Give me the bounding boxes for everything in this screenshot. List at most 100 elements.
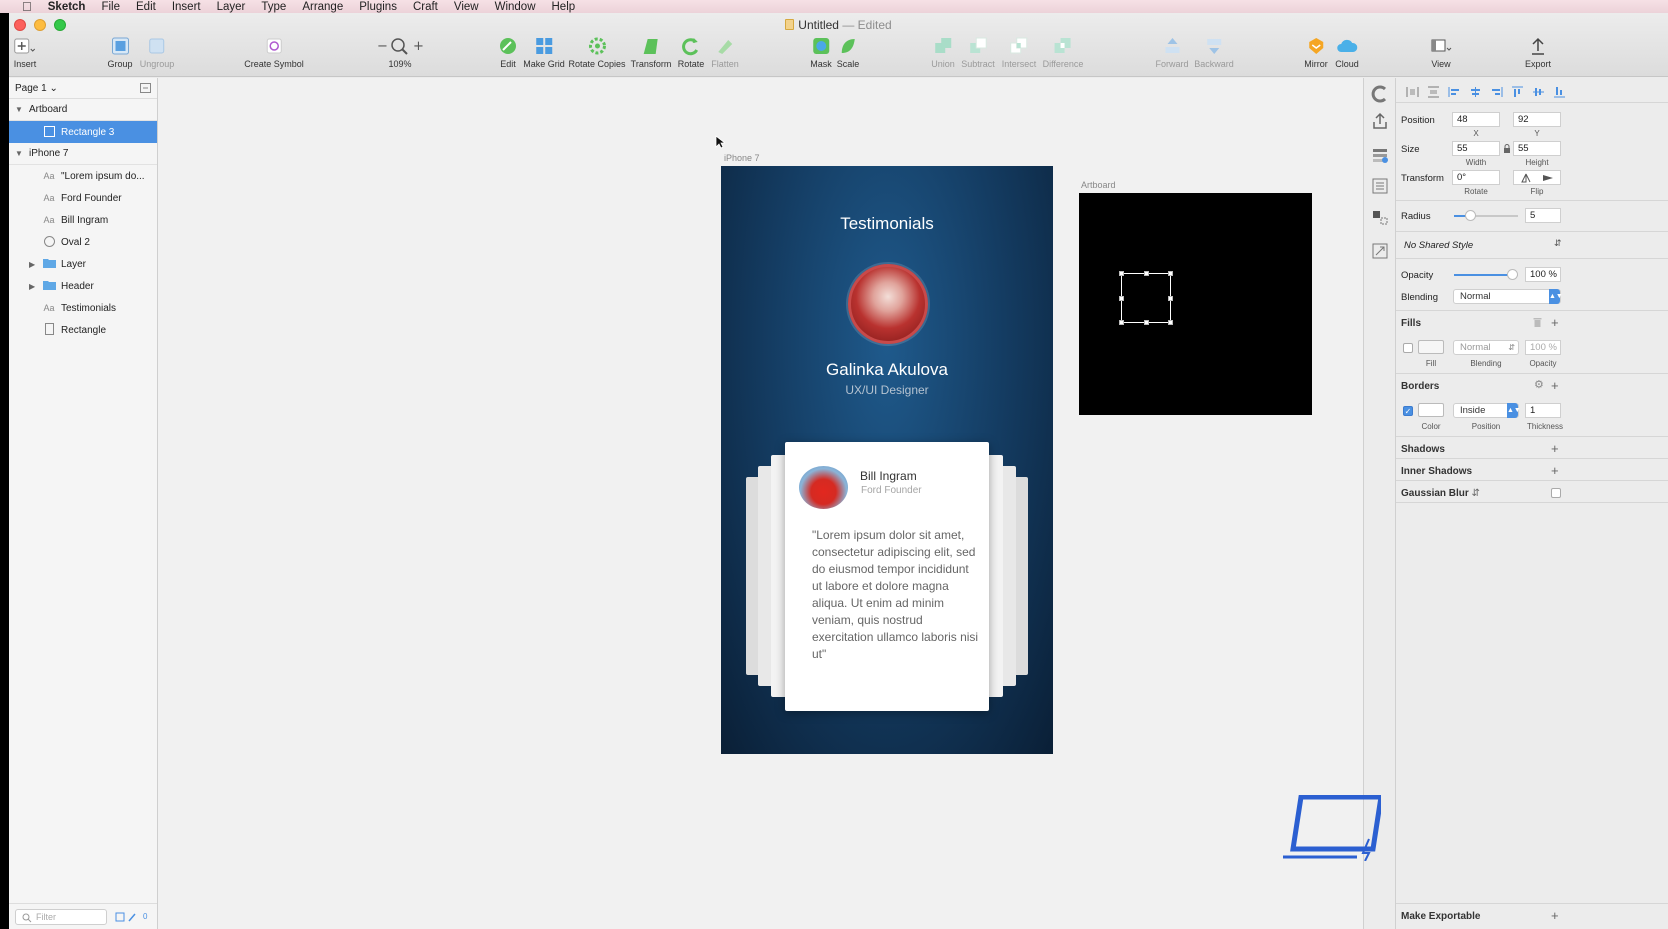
add-fill-icon[interactable]: + xyxy=(1551,316,1559,329)
iphone-artboard[interactable]: Testimonials Galinka Akulova UX/UI Desig… xyxy=(721,166,1053,754)
layer-group-iphone-7[interactable]: ▼ iPhone 7 xyxy=(9,143,157,165)
trash-icon[interactable] xyxy=(1533,317,1542,328)
layer-group-header[interactable]: ▶ Header xyxy=(9,275,157,297)
menu-craft[interactable]: Craft xyxy=(413,1,438,13)
view-button[interactable]: View xyxy=(1430,37,1452,69)
fill-enabled-checkbox[interactable] xyxy=(1403,343,1413,353)
transform-button[interactable]: Transform xyxy=(631,37,671,69)
align-right-icon[interactable] xyxy=(1490,86,1503,98)
prototype-icon[interactable] xyxy=(1371,242,1389,260)
layer-rectangle[interactable]: Rectangle xyxy=(9,319,157,341)
data-icon[interactable] xyxy=(1371,177,1389,195)
cloud-button[interactable]: Cloud xyxy=(1335,37,1359,69)
menu-edit[interactable]: Edit xyxy=(136,1,156,13)
scale-button[interactable]: Scale xyxy=(837,37,859,69)
rotate-copies-button[interactable]: Rotate Copies xyxy=(568,37,626,69)
align-bottom-icon[interactable] xyxy=(1553,86,1566,98)
create-symbol-button[interactable]: Create Symbol xyxy=(244,37,304,69)
resize-handle[interactable] xyxy=(1119,271,1124,276)
apple-icon[interactable]:  xyxy=(22,0,32,14)
menu-view[interactable]: View xyxy=(454,1,479,13)
menu-type[interactable]: Type xyxy=(261,1,286,13)
height-input[interactable]: 55 xyxy=(1513,141,1561,156)
opacity-slider-knob[interactable] xyxy=(1507,269,1518,280)
fill-opacity-input[interactable]: 100 % xyxy=(1525,340,1561,355)
mirror-button[interactable]: Mirror xyxy=(1304,37,1328,69)
opacity-slider[interactable] xyxy=(1454,269,1518,280)
menu-help[interactable]: Help xyxy=(552,1,576,13)
add-export-icon[interactable]: + xyxy=(1551,909,1559,922)
distribute-horizontal-icon[interactable] xyxy=(1406,86,1419,98)
add-shadow-icon[interactable]: + xyxy=(1551,442,1559,455)
distribute-vertical-icon[interactable] xyxy=(1427,86,1440,98)
align-top-icon[interactable] xyxy=(1511,86,1524,98)
page-selector[interactable]: Page 1 ⌄ xyxy=(9,78,157,99)
add-inner-shadow-icon[interactable]: + xyxy=(1551,464,1559,477)
artboard-label[interactable]: Artboard xyxy=(1081,180,1116,190)
position-y-input[interactable]: 92 xyxy=(1513,112,1561,127)
flip-vertical-icon[interactable] xyxy=(1537,171,1560,184)
position-x-input[interactable]: 48 xyxy=(1452,112,1500,127)
rotate-input[interactable]: 0° xyxy=(1452,170,1500,185)
gear-icon[interactable]: ⚙ xyxy=(1534,378,1544,391)
edit-button[interactable]: Edit xyxy=(498,37,518,69)
artboard[interactable] xyxy=(1079,193,1312,415)
radius-slider-knob[interactable] xyxy=(1465,210,1476,221)
align-left-icon[interactable] xyxy=(1448,86,1461,98)
layer-lorem-text[interactable]: Aa "Lorem ipsum do... xyxy=(9,165,157,187)
resize-handle[interactable] xyxy=(1168,296,1173,301)
blending-select[interactable]: Normal ▲▼ xyxy=(1453,289,1563,304)
upload-icon[interactable] xyxy=(1371,112,1389,130)
export-button[interactable]: Export xyxy=(1525,37,1551,69)
opacity-input[interactable]: 100 % xyxy=(1525,267,1561,282)
disclosure-closed-icon[interactable]: ▶ xyxy=(29,282,35,291)
menu-app[interactable]: Sketch xyxy=(48,1,86,13)
resize-handle[interactable] xyxy=(1119,296,1124,301)
intersect-button[interactable]: Intersect xyxy=(1002,37,1036,69)
resize-handle[interactable] xyxy=(1168,320,1173,325)
zoom-control[interactable]: − + 109% xyxy=(376,37,424,69)
shared-style-arrows-icon[interactable]: ⇵ xyxy=(1554,238,1562,249)
border-color-swatch[interactable] xyxy=(1418,403,1444,417)
mask-button[interactable]: Mask xyxy=(810,37,832,69)
resize-handle[interactable] xyxy=(1144,320,1149,325)
align-center-icon[interactable] xyxy=(1469,86,1482,98)
group-button[interactable]: Group xyxy=(107,37,133,69)
resize-handle[interactable] xyxy=(1119,320,1124,325)
resize-handle[interactable] xyxy=(1144,271,1149,276)
backward-button[interactable]: Backward xyxy=(1194,37,1234,69)
radius-input[interactable]: 5 xyxy=(1525,208,1561,223)
fill-blending-select[interactable]: Normal ⇵ xyxy=(1453,340,1519,355)
disclosure-open-icon[interactable]: ▼ xyxy=(15,105,23,114)
layer-bill-ingram[interactable]: Aa Bill Ingram xyxy=(9,209,157,231)
subtract-button[interactable]: Subtract xyxy=(961,37,995,69)
fill-color-swatch[interactable] xyxy=(1418,340,1444,354)
forward-button[interactable]: Forward xyxy=(1155,37,1189,69)
flip-horizontal-icon[interactable] xyxy=(1514,171,1537,184)
align-middle-icon[interactable] xyxy=(1532,86,1545,98)
menu-plugins[interactable]: Plugins xyxy=(359,1,397,13)
disclosure-closed-icon[interactable]: ▶ xyxy=(29,260,35,269)
union-button[interactable]: Union xyxy=(931,37,955,69)
disclosure-open-icon[interactable]: ▼ xyxy=(15,149,23,158)
symbols-filter-icon[interactable] xyxy=(115,911,143,923)
layer-testimonials[interactable]: Aa Testimonials xyxy=(9,297,157,319)
filter-input[interactable]: Filter xyxy=(15,908,107,925)
menu-layer[interactable]: Layer xyxy=(217,1,246,13)
make-exportable-title[interactable]: Make Exportable xyxy=(1401,911,1480,922)
border-position-select[interactable]: Inside ▲▼ xyxy=(1453,403,1521,418)
menu-window[interactable]: Window xyxy=(495,1,536,13)
shared-style-select[interactable]: No Shared Style xyxy=(1404,240,1473,251)
layer-oval-2[interactable]: Oval 2 xyxy=(9,231,157,253)
resize-handle[interactable] xyxy=(1168,271,1173,276)
menu-file[interactable]: File xyxy=(101,1,120,13)
gaussian-blur-checkbox[interactable] xyxy=(1551,488,1561,498)
canvas[interactable]: iPhone 7 Testimonials Galinka Akulova UX… xyxy=(158,78,1363,929)
layer-ford-founder[interactable]: Aa Ford Founder xyxy=(9,187,157,209)
ungroup-button[interactable]: Ungroup xyxy=(140,37,174,69)
rotate-button[interactable]: Rotate xyxy=(678,37,704,69)
layer-rectangle-3[interactable]: Rectangle 3 xyxy=(9,121,157,143)
radius-slider[interactable] xyxy=(1454,210,1518,221)
width-input[interactable]: 55 xyxy=(1452,141,1500,156)
gaussian-blur-select[interactable]: Gaussian Blur ⇵ xyxy=(1401,488,1480,499)
